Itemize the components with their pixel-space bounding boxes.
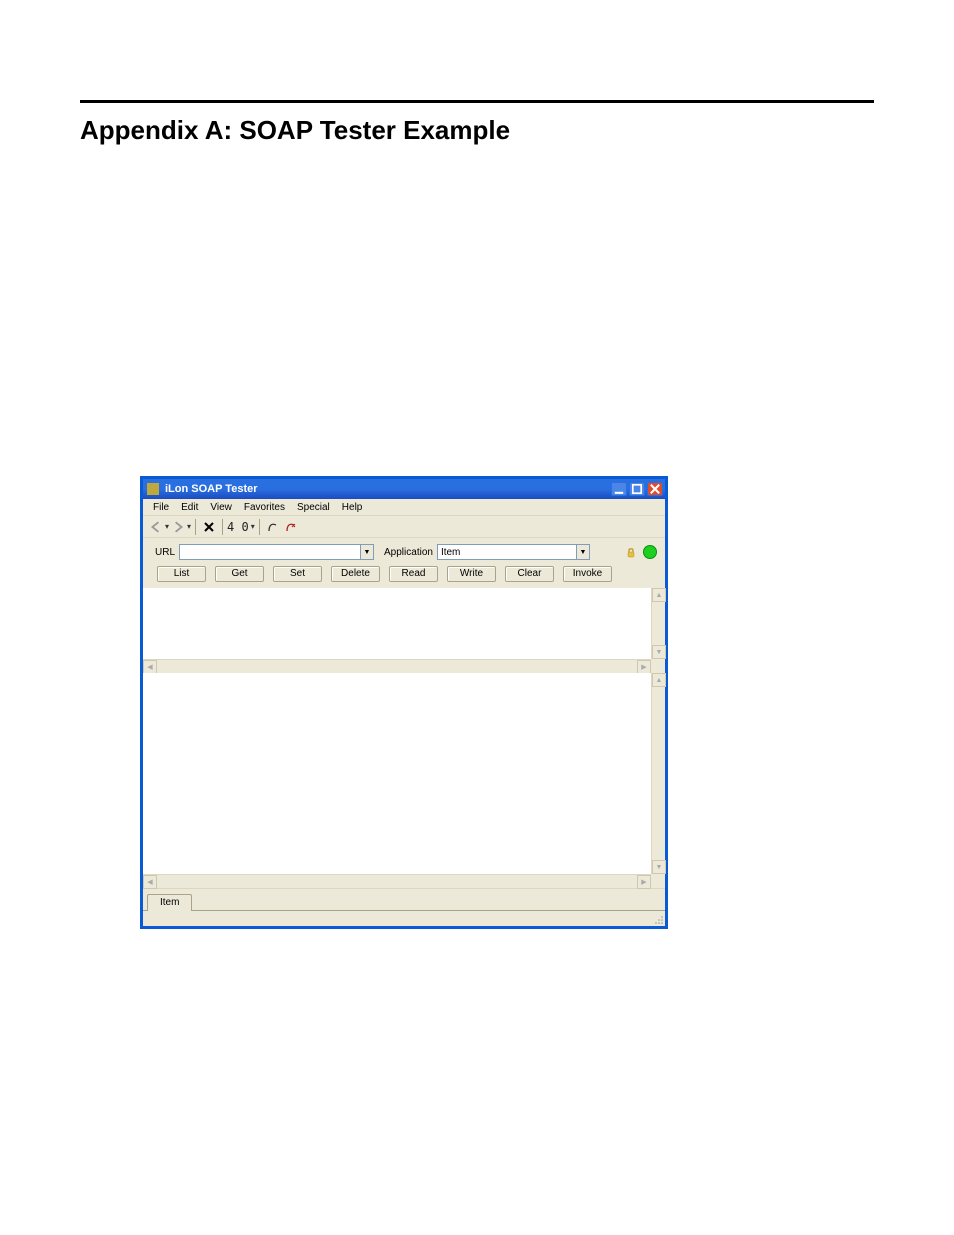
- scrollbar-horizontal[interactable]: ◀ ▶: [143, 874, 651, 888]
- tab-row: Item: [143, 888, 665, 910]
- scrollbar-vertical[interactable]: ▲ ▼: [651, 588, 665, 659]
- scroll-up-icon[interactable]: ▲: [652, 588, 666, 602]
- url-combobox[interactable]: ▼: [179, 544, 374, 560]
- menu-file[interactable]: File: [147, 501, 175, 514]
- scroll-left-icon[interactable]: ◀: [143, 875, 157, 889]
- application-label: Application: [384, 547, 433, 558]
- toolbar-separator: [222, 519, 223, 535]
- resize-grip-icon[interactable]: [651, 912, 665, 926]
- request-pane[interactable]: ▲ ▼ ◀ ▶: [143, 588, 665, 673]
- zoom-dropdown-icon[interactable]: ▾: [251, 522, 255, 531]
- statusbar: [143, 910, 665, 926]
- app-icon: [147, 483, 159, 495]
- scrollbar-vertical[interactable]: ▲ ▼: [651, 673, 665, 874]
- scrollbar-corner: [651, 874, 665, 888]
- window-title: iLon SOAP Tester: [165, 483, 611, 495]
- soap-tester-window: iLon SOAP Tester File Edit View Favorite…: [140, 476, 668, 929]
- delete-button[interactable]: Delete: [331, 566, 380, 582]
- menu-help[interactable]: Help: [336, 501, 369, 514]
- url-input[interactable]: [180, 545, 360, 559]
- application-input[interactable]: [438, 545, 576, 559]
- scroll-up-icon[interactable]: ▲: [652, 673, 666, 687]
- minimize-button[interactable]: [611, 482, 627, 496]
- forward-button[interactable]: [169, 521, 187, 533]
- status-indicator: [643, 545, 657, 559]
- get-button[interactable]: Get: [215, 566, 264, 582]
- menubar: File Edit View Favorites Special Help: [143, 499, 665, 516]
- url-dropdown-icon[interactable]: ▼: [360, 545, 373, 559]
- read-button[interactable]: Read: [389, 566, 438, 582]
- close-button[interactable]: [647, 482, 663, 496]
- response-pane[interactable]: ▲ ▼ ◀ ▶: [143, 673, 665, 888]
- toolbar-separator: [195, 519, 196, 535]
- lock-icon: [625, 546, 637, 558]
- maximize-button[interactable]: [629, 482, 645, 496]
- clear-button[interactable]: Clear: [505, 566, 554, 582]
- url-label: URL: [155, 547, 175, 558]
- menu-view[interactable]: View: [204, 501, 238, 514]
- titlebar[interactable]: iLon SOAP Tester: [143, 479, 665, 499]
- invoke-button[interactable]: Invoke: [563, 566, 612, 582]
- history-icon[interactable]: [264, 521, 282, 533]
- stop-button[interactable]: [200, 521, 218, 533]
- list-button[interactable]: List: [157, 566, 206, 582]
- forward-dropdown-icon[interactable]: ▾: [187, 522, 191, 531]
- menu-favorites[interactable]: Favorites: [238, 501, 291, 514]
- scrollbar-corner: [651, 659, 665, 673]
- toolbar: ▾ ▾ 4 0 ▾: [143, 516, 665, 538]
- horizontal-rule: [80, 100, 874, 103]
- scroll-right-icon[interactable]: ▶: [637, 660, 651, 674]
- scroll-down-icon[interactable]: ▼: [652, 645, 666, 659]
- menu-edit[interactable]: Edit: [175, 501, 204, 514]
- set-button[interactable]: Set: [273, 566, 322, 582]
- scroll-left-icon[interactable]: ◀: [143, 660, 157, 674]
- appendix-heading: Appendix A: SOAP Tester Example: [80, 115, 874, 146]
- back-button[interactable]: [147, 521, 165, 533]
- write-button[interactable]: Write: [447, 566, 496, 582]
- menu-special[interactable]: Special: [291, 501, 336, 514]
- application-dropdown-icon[interactable]: ▼: [576, 545, 589, 559]
- toolbar-separator: [259, 519, 260, 535]
- application-combobox[interactable]: ▼: [437, 544, 590, 560]
- zoom-level: 4 0: [227, 520, 249, 534]
- scrollbar-horizontal[interactable]: ◀ ▶: [143, 659, 651, 673]
- tab-item[interactable]: Item: [147, 894, 192, 911]
- action-button-row: List Get Set Delete Read Write Clear Inv…: [143, 564, 665, 588]
- favorites-icon[interactable]: [282, 521, 300, 533]
- content-panes: ▲ ▼ ◀ ▶ ▲ ▼ ◀ ▶: [143, 588, 665, 888]
- url-row: URL ▼ Application ▼: [143, 538, 665, 564]
- scroll-down-icon[interactable]: ▼: [652, 860, 666, 874]
- scroll-right-icon[interactable]: ▶: [637, 875, 651, 889]
